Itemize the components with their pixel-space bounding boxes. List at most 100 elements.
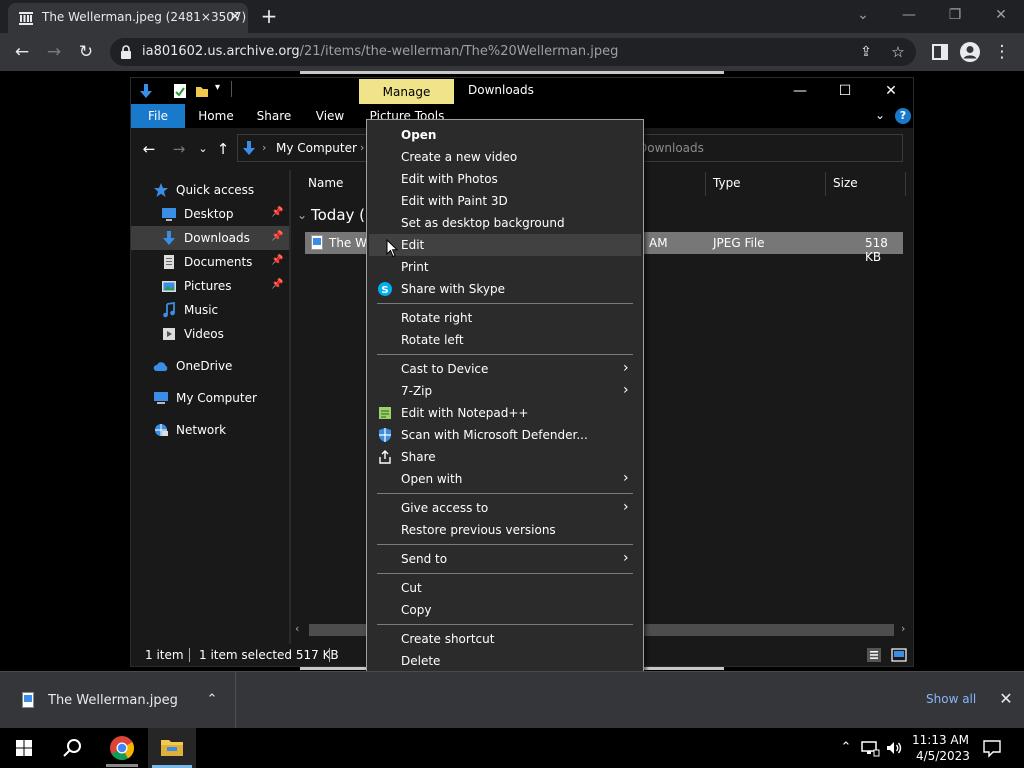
help-question-icon[interactable]: ?: [895, 108, 911, 124]
browser-tab[interactable]: The Wellerman.jpeg (2481×3507) ✕: [8, 3, 248, 33]
sidebar-item-quick-access[interactable]: Quick access: [131, 178, 289, 202]
menu-item-create-shortcut[interactable]: Create shortcut: [369, 628, 641, 650]
ribbon-tab-home[interactable]: Home: [191, 104, 241, 128]
chevron-up-icon[interactable]: ⌃: [204, 690, 220, 710]
reload-icon[interactable]: ↻: [74, 40, 98, 64]
network-icon[interactable]: [860, 738, 880, 758]
sidebar-item-pictures[interactable]: Pictures 📌: [131, 274, 289, 298]
chrome-icon[interactable]: [98, 728, 146, 768]
bookmark-star-icon[interactable]: ☆: [886, 40, 910, 64]
menu-item-share-with-skype[interactable]: S Share with Skype: [369, 278, 641, 300]
scroll-left-icon[interactable]: ‹: [295, 622, 299, 635]
show-all-link[interactable]: Show all: [926, 692, 976, 706]
address-bar[interactable]: ia801602.us.archive.org/21/items/the-wel…: [110, 38, 916, 66]
sidebar-item-documents[interactable]: Documents 📌: [131, 250, 289, 274]
explorer-back-arrow-icon[interactable]: ←: [139, 139, 159, 159]
download-item[interactable]: The Wellerman.jpeg ⌃: [0, 672, 236, 728]
menu-item-scan-with-microsoft-defender[interactable]: Scan with Microsoft Defender...: [369, 424, 641, 446]
clock-date[interactable]: 4/5/2023: [916, 749, 970, 763]
column-separator[interactable]: [705, 172, 706, 196]
group-header-today[interactable]: Today (1: [311, 206, 375, 224]
menu-item-open[interactable]: Open: [369, 124, 641, 146]
menu-item-open-with[interactable]: Open with ›: [369, 468, 641, 490]
forward-arrow-icon[interactable]: →: [42, 40, 66, 64]
profile-avatar-icon[interactable]: [958, 40, 982, 64]
sidebar-item-my-computer[interactable]: My Computer: [131, 386, 289, 410]
clock-time[interactable]: 11:13 AM: [912, 733, 969, 747]
ribbon-tab-view[interactable]: View: [305, 104, 355, 128]
skype-icon: S: [378, 282, 392, 296]
column-header-size[interactable]: Size: [833, 176, 858, 190]
menu-item-edit-with-paint-3d[interactable]: Edit with Paint 3D: [369, 190, 641, 212]
breadcrumb-separator-icon[interactable]: ›: [360, 141, 364, 154]
column-separator[interactable]: [905, 172, 906, 196]
large-icons-view-icon[interactable]: [891, 648, 907, 662]
windows-start-icon[interactable]: [0, 728, 48, 768]
ribbon-tab-share[interactable]: Share: [249, 104, 299, 128]
menu-item-restore-previous-versions[interactable]: Restore previous versions: [369, 519, 641, 541]
qat-dropdown-icon[interactable]: ▾: [215, 82, 220, 93]
new-tab-button[interactable]: +: [258, 5, 280, 27]
tab-close-icon[interactable]: ✕: [226, 8, 244, 26]
side-panel-icon[interactable]: [928, 40, 952, 64]
show-hidden-icons-chevron-icon[interactable]: ⌃: [836, 738, 856, 758]
ribbon-expand-chevron-icon[interactable]: ⌄: [875, 108, 885, 122]
close-shelf-icon[interactable]: ✕: [996, 689, 1016, 709]
sidebar-item-music[interactable]: Music: [131, 298, 289, 322]
search-input[interactable]: Downloads: [625, 134, 903, 162]
scroll-right-icon[interactable]: ›: [901, 622, 905, 635]
lock-icon[interactable]: [120, 45, 132, 59]
menu-item-share[interactable]: Share: [369, 446, 641, 468]
column-header-type[interactable]: Type: [713, 176, 741, 190]
recent-locations-chevron-icon[interactable]: ⌄: [193, 139, 213, 159]
restore-button[interactable]: ❐: [940, 4, 970, 26]
notifications-icon[interactable]: [982, 738, 1002, 758]
column-separator[interactable]: [825, 172, 826, 196]
close-window-button[interactable]: ✕: [986, 4, 1016, 26]
sidebar-item-downloads[interactable]: Downloads 📌: [131, 226, 289, 250]
explorer-maximize-button[interactable]: ☐: [830, 80, 860, 102]
menu-item-edit[interactable]: Edit: [369, 234, 641, 256]
sidebar-item-network[interactable]: Network: [131, 418, 289, 442]
new-folder-icon[interactable]: [195, 83, 209, 99]
column-header-name[interactable]: Name: [308, 176, 343, 190]
menu-item-rotate-left[interactable]: Rotate left: [369, 329, 641, 351]
explorer-minimize-button[interactable]: —: [785, 80, 815, 102]
kebab-menu-icon[interactable]: ⋮: [990, 40, 1014, 64]
file-explorer-icon[interactable]: [148, 728, 196, 768]
breadcrumb-my-computer[interactable]: My Computer: [276, 141, 357, 155]
menu-item-7-zip[interactable]: 7-Zip ›: [369, 380, 641, 402]
menu-item-edit-with-photos[interactable]: Edit with Photos: [369, 168, 641, 190]
menu-item-rotate-right[interactable]: Rotate right: [369, 307, 641, 329]
menu-item-delete[interactable]: Delete: [369, 650, 641, 672]
group-collapse-chevron-icon[interactable]: ⌄: [297, 208, 307, 222]
properties-check-icon[interactable]: [173, 83, 187, 99]
menu-item-send-to[interactable]: Send to ›: [369, 548, 641, 570]
menu-item-set-as-desktop-background[interactable]: Set as desktop background: [369, 212, 641, 234]
menu-item-cut[interactable]: Cut: [369, 577, 641, 599]
menu-item-give-access-to[interactable]: Give access to ›: [369, 497, 641, 519]
sidebar-item-onedrive[interactable]: OneDrive: [131, 354, 289, 378]
share-page-icon[interactable]: ⇪: [854, 40, 878, 64]
sidebar-item-videos[interactable]: Videos: [131, 322, 289, 346]
explorer-title-bar: ▾ Manage Downloads — ☐ ✕: [131, 78, 913, 105]
breadcrumb-separator-icon[interactable]: ›: [262, 141, 266, 154]
explorer-close-button[interactable]: ✕: [876, 80, 906, 102]
minimize-button[interactable]: —: [894, 4, 924, 26]
volume-icon[interactable]: [884, 738, 904, 758]
details-view-icon[interactable]: [867, 648, 881, 662]
menu-item-print[interactable]: Print: [369, 256, 641, 278]
menu-item-create-a-new-video[interactable]: Create a new video: [369, 146, 641, 168]
menu-item-copy[interactable]: Copy: [369, 599, 641, 621]
menu-item-cast-to-device[interactable]: Cast to Device ›: [369, 358, 641, 380]
tab-search-icon[interactable]: ⌄: [848, 4, 878, 26]
browser-tab-strip: The Wellerman.jpeg (2481×3507) ✕ + ⌄ — ❐…: [0, 0, 1024, 33]
up-arrow-icon[interactable]: ↑: [213, 139, 233, 159]
menu-item-edit-with-notepad[interactable]: Edit with Notepad++: [369, 402, 641, 424]
search-icon[interactable]: [48, 728, 96, 768]
sidebar-item-desktop[interactable]: Desktop 📌: [131, 202, 289, 226]
ribbon-tab-file[interactable]: File: [131, 104, 185, 128]
explorer-forward-arrow-icon[interactable]: →: [169, 139, 189, 159]
back-arrow-icon[interactable]: ←: [10, 40, 34, 64]
manage-tab[interactable]: Manage: [359, 79, 454, 105]
